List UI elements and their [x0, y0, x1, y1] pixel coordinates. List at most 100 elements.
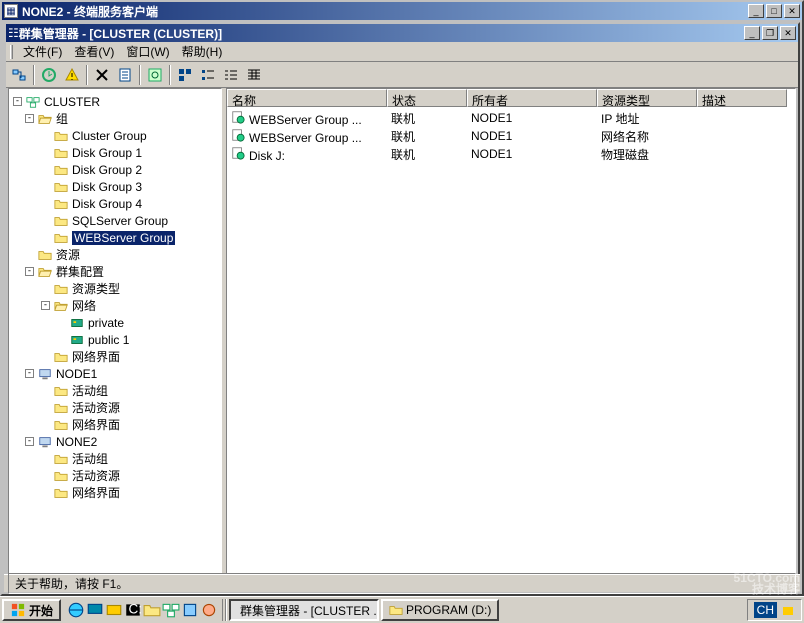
tree-label: CLUSTER [44, 95, 100, 109]
folder-icon [53, 129, 69, 143]
outer-title-bar[interactable]: ▦ NONE2 - 终端服务客户端 _ □ ✕ [2, 2, 802, 20]
tb-warning-icon[interactable] [61, 64, 83, 86]
tree-network-item[interactable]: private [9, 314, 221, 331]
tb-list-icon[interactable] [220, 64, 242, 86]
ql-ie-icon[interactable] [67, 601, 85, 619]
ql-cluster-icon[interactable] [162, 601, 180, 619]
mdi-close-button[interactable]: ✕ [780, 26, 796, 40]
tree-node-child[interactable]: 活动资源 [9, 399, 221, 416]
mdi-restore-button[interactable]: ❐ [762, 26, 778, 40]
menu-help[interactable]: 帮助(H) [176, 41, 229, 62]
taskbar-cluster-admin[interactable]: 群集管理器 - [CLUSTER ... [229, 599, 379, 621]
expander-icon[interactable]: - [25, 114, 34, 123]
tree-node-child[interactable]: 活动组 [9, 450, 221, 467]
menu-view[interactable]: 查看(V) [68, 41, 120, 62]
tree-groups[interactable]: - 组 [9, 110, 221, 127]
tree-label: 活动组 [72, 450, 108, 467]
cluster-admin-icon: ☷ [8, 26, 19, 40]
tb-large-icons-icon[interactable] [174, 64, 196, 86]
column-header[interactable]: 状态 [387, 89, 467, 107]
tree-node-child[interactable]: 活动组 [9, 382, 221, 399]
folder-icon [37, 248, 53, 262]
mdi-minimize-button[interactable]: _ [744, 26, 760, 40]
tree-group-item[interactable]: Disk Group 4 [9, 195, 221, 212]
folder-icon [53, 401, 69, 415]
app-icon: ▦ [4, 4, 18, 18]
list-row[interactable]: WEBServer Group ... 联机 NODE1 网络名称 [227, 127, 795, 145]
expander-icon[interactable]: - [41, 301, 50, 310]
menu-file[interactable]: 文件(F) [17, 41, 68, 62]
folder-icon [53, 214, 69, 228]
ime-indicator[interactable]: CH [754, 602, 777, 618]
tree-node2[interactable]: - NONE2 [9, 433, 221, 450]
tree-label: WEBServer Group [72, 231, 175, 245]
tree-view[interactable]: - CLUSTER - 组 Cluster Group Disk Group 1… [8, 88, 222, 574]
tree-resources[interactable]: 资源 [9, 246, 221, 263]
tb-online-icon[interactable] [38, 64, 60, 86]
outer-title-text: NONE2 - 终端服务客户端 [22, 3, 748, 20]
tree-node-child[interactable]: 网络界面 [9, 484, 221, 501]
inner-title-bar[interactable]: ☷ 群集管理器 - [CLUSTER (CLUSTER)] _ ❐ ✕ [6, 24, 798, 42]
node-icon [37, 435, 53, 449]
system-tray[interactable]: CH [747, 599, 802, 621]
tb-connect-icon[interactable] [8, 64, 30, 86]
ql-explorer-icon[interactable] [143, 601, 161, 619]
expander-icon[interactable]: - [13, 97, 22, 106]
column-header[interactable]: 资源类型 [597, 89, 697, 107]
ql-app-icon[interactable] [181, 601, 199, 619]
tb-refresh-icon[interactable] [144, 64, 166, 86]
tree-cluster[interactable]: - CLUSTER [9, 93, 221, 110]
list-row[interactable]: WEBServer Group ... 联机 NODE1 IP 地址 [227, 109, 795, 127]
expander-icon[interactable]: - [25, 267, 34, 276]
ql-outlook-icon[interactable] [105, 601, 123, 619]
folder-icon [53, 231, 69, 245]
close-button[interactable]: ✕ [784, 4, 800, 18]
tree-cluster-config[interactable]: - 群集配置 [9, 263, 221, 280]
tree-group-item[interactable]: Cluster Group [9, 127, 221, 144]
tree-label: 网络界面 [72, 348, 120, 365]
tree-group-item[interactable]: Disk Group 2 [9, 161, 221, 178]
ql-cmd-icon[interactable]: C:\ [124, 601, 142, 619]
start-button[interactable]: 开始 [2, 599, 61, 621]
tb-small-icons-icon[interactable] [197, 64, 219, 86]
tb-details-icon[interactable] [243, 64, 265, 86]
tree-label: public 1 [88, 333, 129, 347]
tree-network[interactable]: - 网络 [9, 297, 221, 314]
tray-icon[interactable] [781, 603, 795, 617]
column-header[interactable]: 名称 [227, 89, 387, 107]
tree-node-child[interactable]: 活动资源 [9, 467, 221, 484]
ql-desktop-icon[interactable] [86, 601, 104, 619]
column-header[interactable]: 描述 [697, 89, 787, 107]
minimize-button[interactable]: _ [748, 4, 764, 18]
menu-window[interactable]: 窗口(W) [120, 41, 175, 62]
folder-icon [53, 469, 69, 483]
tb-properties-icon[interactable] [114, 64, 136, 86]
tree-network-item[interactable]: public 1 [9, 331, 221, 348]
tree-label: 资源 [56, 246, 80, 263]
tree-net-interfaces[interactable]: 网络界面 [9, 348, 221, 365]
folder-icon [53, 197, 69, 211]
tree-group-item[interactable]: Disk Group 3 [9, 178, 221, 195]
menu-grip[interactable] [10, 45, 13, 59]
status-bar: 关于帮助，请按 F1。 [4, 574, 800, 592]
folder-icon [53, 350, 69, 364]
column-header[interactable]: 所有者 [467, 89, 597, 107]
taskbar-program-d[interactable]: PROGRAM (D:) [381, 599, 499, 621]
tree-node-child[interactable]: 网络界面 [9, 416, 221, 433]
tree-label: 网络界面 [72, 416, 120, 433]
list-view[interactable]: 名称状态所有者资源类型描述 WEBServer Group ... 联机 NOD… [226, 88, 796, 574]
tb-delete-icon[interactable] [91, 64, 113, 86]
expander-icon[interactable]: - [25, 437, 34, 446]
tree-node1[interactable]: - NODE1 [9, 365, 221, 382]
tree-group-item[interactable]: Disk Group 1 [9, 144, 221, 161]
tree-group-item[interactable]: WEBServer Group [9, 229, 221, 246]
taskbar: 开始 C:\ 群集管理器 - [CLUSTER ... PROGRAM (D:)… [0, 596, 804, 623]
resource-icon [231, 128, 247, 142]
folder-icon [53, 452, 69, 466]
tree-group-item[interactable]: SQLServer Group [9, 212, 221, 229]
expander-icon[interactable]: - [25, 369, 34, 378]
tree-resource-types[interactable]: 资源类型 [9, 280, 221, 297]
maximize-button[interactable]: □ [766, 4, 782, 18]
list-row[interactable]: Disk J: 联机 NODE1 物理磁盘 [227, 145, 795, 163]
ql-app2-icon[interactable] [200, 601, 218, 619]
